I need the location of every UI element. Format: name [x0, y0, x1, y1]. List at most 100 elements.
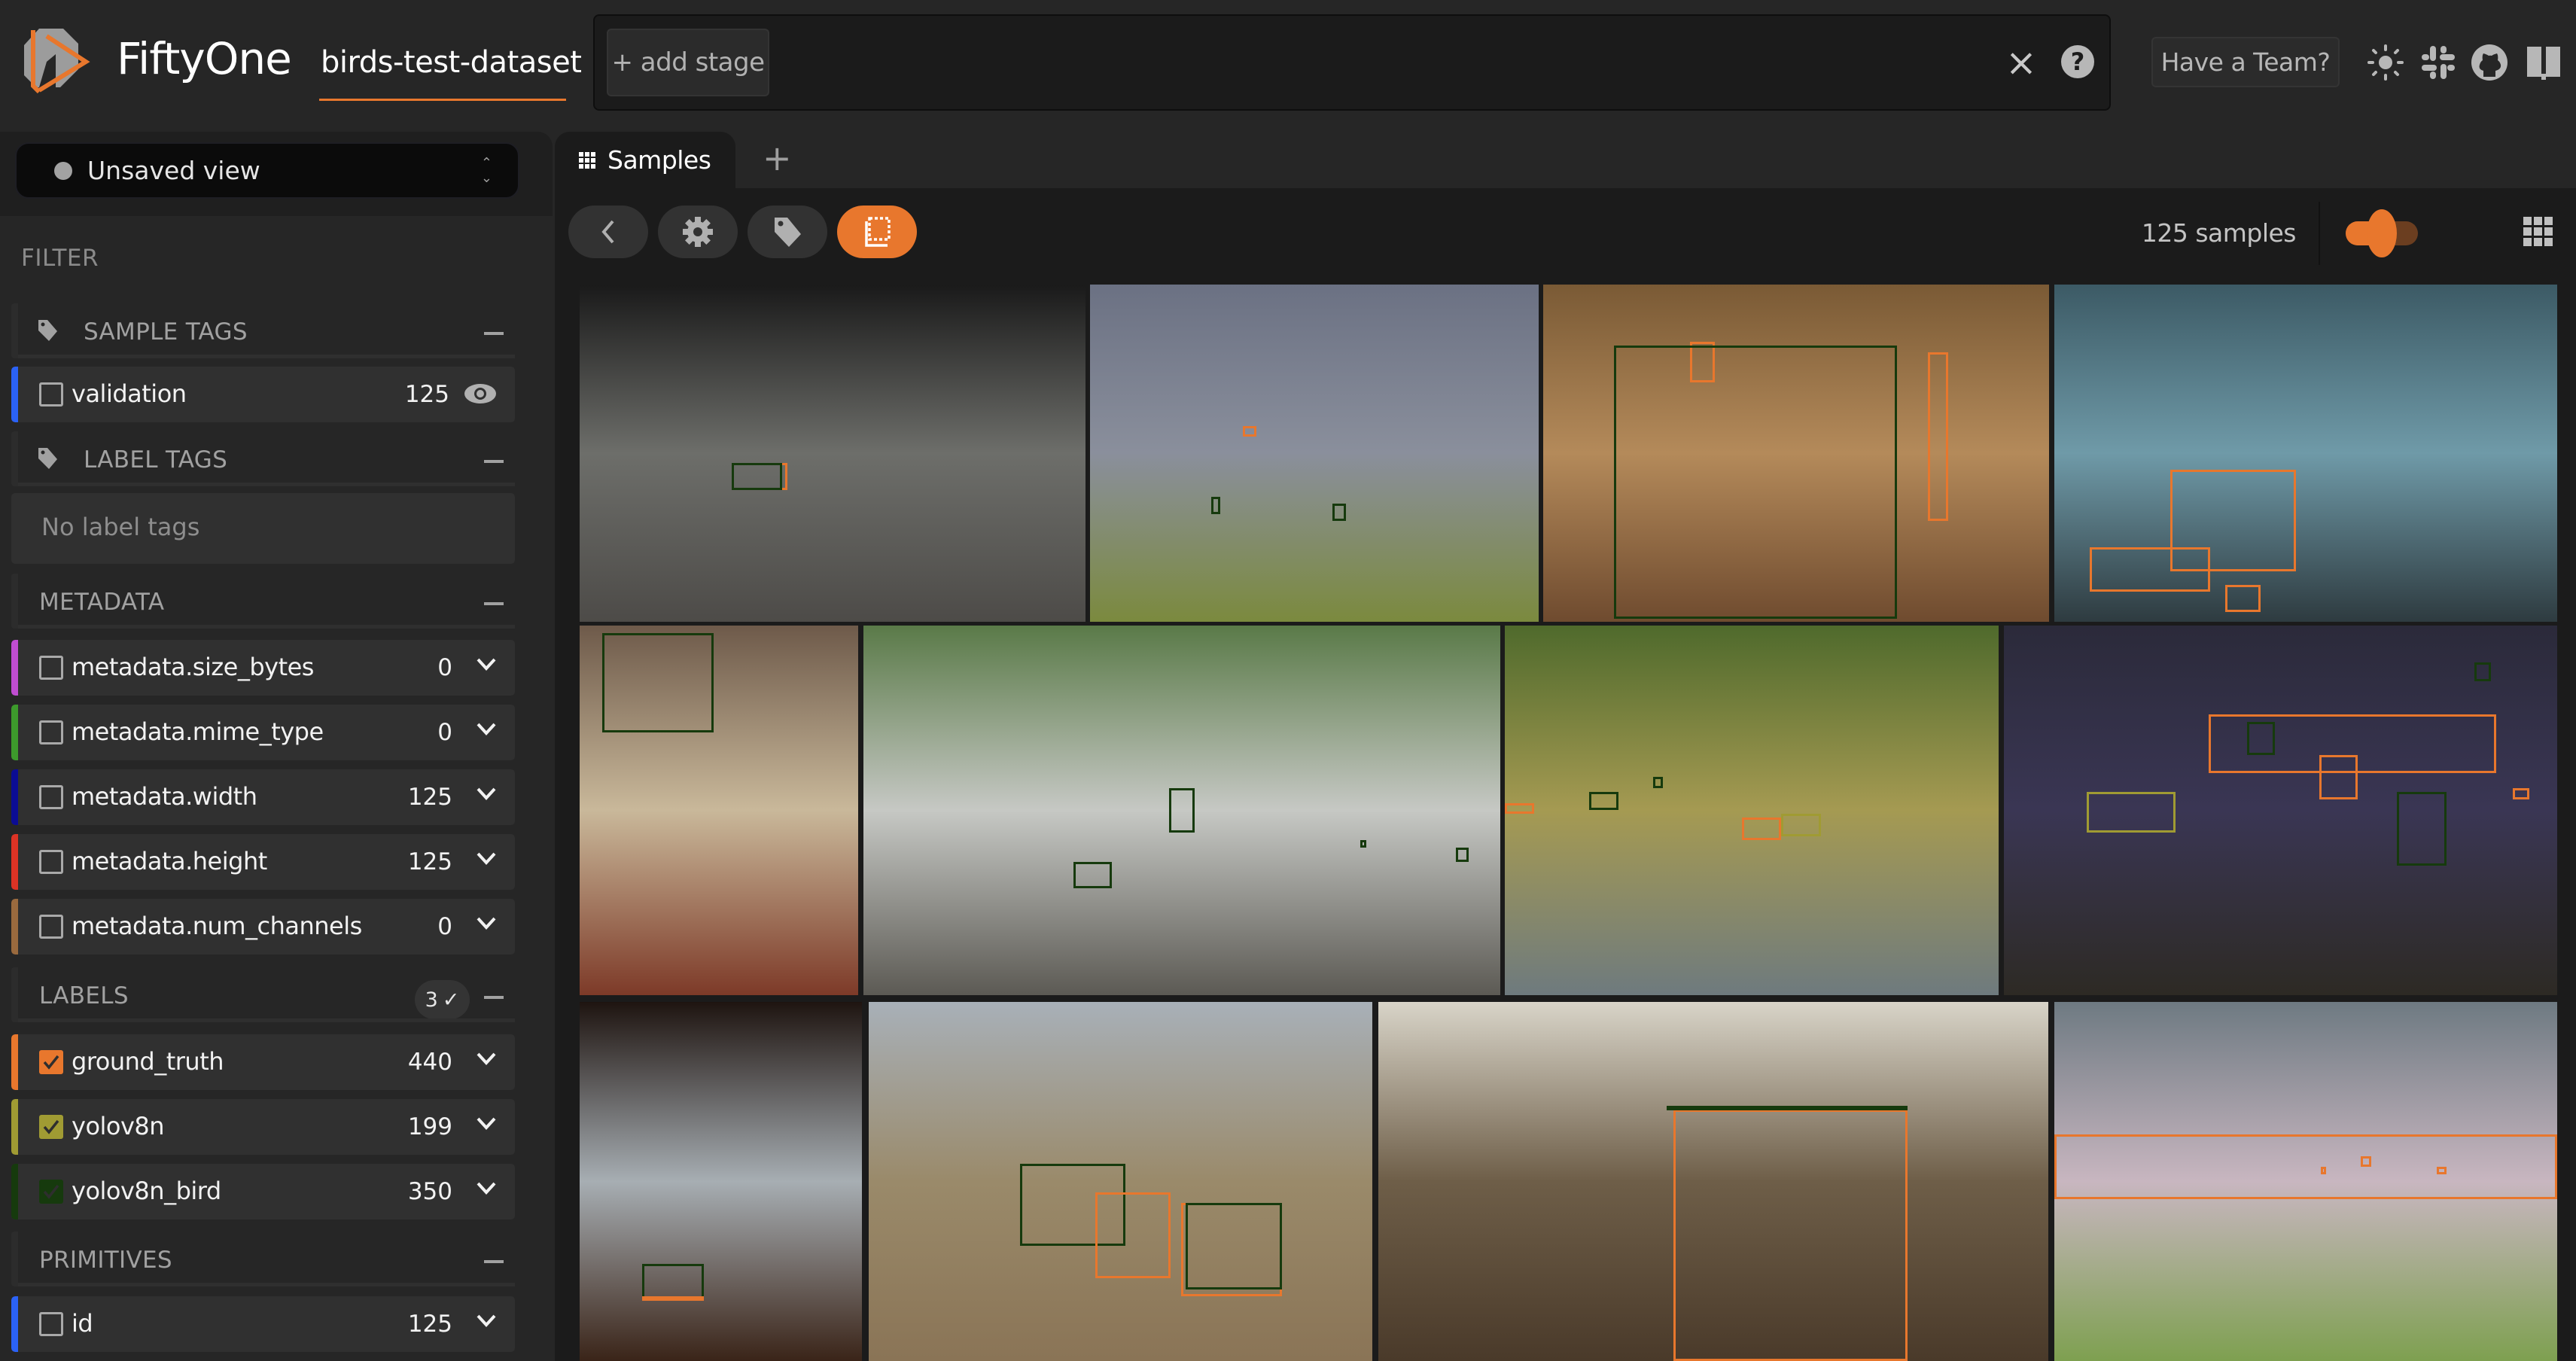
section-sample-tags[interactable]: SAMPLE TAGS	[11, 303, 515, 358]
detection-box	[2247, 721, 2276, 755]
field-row[interactable]: id 125	[11, 1296, 515, 1352]
dataset-selector[interactable]: birds-test-dataset	[321, 45, 582, 80]
grid-zoom-slider[interactable]	[2346, 209, 2418, 257]
view-bar[interactable]	[593, 14, 2111, 111]
back-button[interactable]	[568, 206, 648, 258]
detection-box	[1169, 788, 1195, 833]
chevron-down-icon[interactable]	[476, 851, 497, 867]
section-metadata[interactable]: METADATA	[11, 574, 515, 629]
sample-tile[interactable]	[2004, 626, 2557, 995]
patches-button[interactable]	[837, 206, 917, 258]
chevron-down-icon[interactable]	[476, 656, 497, 673]
field-row[interactable]: metadata.size_bytes 0	[11, 640, 515, 696]
detection-box	[1360, 839, 1367, 848]
empty-text: No label tags	[41, 513, 200, 541]
sample-tile[interactable]	[869, 1002, 1372, 1361]
saved-view-select[interactable]: Unsaved view ⌃ ⌄	[15, 142, 519, 199]
slack-icon[interactable]	[2419, 44, 2457, 81]
field-checkbox[interactable]	[39, 720, 63, 744]
filter-heading: FILTER	[21, 245, 99, 272]
sample-tile[interactable]	[1378, 1002, 2048, 1361]
fiftyone-logo-icon[interactable]	[17, 23, 92, 98]
help-icon[interactable]: ?	[2061, 45, 2094, 78]
field-row[interactable]: yolov8n_bird 350	[11, 1164, 515, 1219]
field-row[interactable]: metadata.mime_type 0	[11, 705, 515, 760]
docs-book-icon[interactable]	[2525, 44, 2562, 81]
add-stage-button[interactable]: + add stage	[607, 29, 769, 96]
settings-button[interactable]	[658, 206, 738, 258]
sample-tile[interactable]	[580, 1002, 862, 1361]
tag-icon	[38, 448, 57, 469]
field-checkbox[interactable]	[39, 850, 63, 874]
detection-box	[1652, 777, 1663, 789]
field-row-validation[interactable]: validation 125	[11, 367, 515, 422]
field-checkbox[interactable]	[39, 656, 63, 680]
field-row[interactable]: yolov8n 199	[11, 1099, 515, 1155]
sample-tile[interactable]	[2054, 285, 2557, 622]
sample-tile[interactable]	[1543, 285, 2049, 622]
tag-button[interactable]	[748, 206, 827, 258]
field-checkbox[interactable]	[39, 1180, 63, 1204]
section-label-tags[interactable]: LABEL TAGS	[11, 431, 515, 486]
tab-label: Samples	[607, 145, 711, 175]
chevron-down-icon[interactable]	[476, 915, 497, 932]
field-checkbox[interactable]	[39, 382, 63, 406]
selected-labels-badge[interactable]: 3 ✓	[415, 980, 470, 1019]
field-checkbox[interactable]	[39, 1050, 63, 1074]
section-labels[interactable]: LABELS 3 ✓	[11, 967, 515, 1022]
grid-settings-icon[interactable]	[2523, 217, 2553, 247]
field-checkbox[interactable]	[39, 1312, 63, 1336]
sample-tile[interactable]	[2054, 1002, 2557, 1361]
sample-tile[interactable]	[1090, 285, 1539, 622]
chevron-left-icon	[601, 220, 614, 244]
toolbar-divider	[2319, 202, 2320, 265]
field-row[interactable]: metadata.num_channels 0	[11, 899, 515, 955]
slider-thumb[interactable]	[2367, 209, 2397, 257]
checkmark-icon	[43, 1119, 59, 1134]
detection-box	[1073, 862, 1112, 888]
have-a-team-button[interactable]: Have a Team?	[2151, 37, 2340, 87]
collapse-icon[interactable]	[484, 332, 504, 335]
sample-tile[interactable]	[580, 626, 858, 995]
github-icon[interactable]	[2471, 44, 2508, 81]
chevron-down-icon[interactable]	[476, 1051, 497, 1067]
section-title: PRIMITIVES	[39, 1247, 172, 1274]
field-color-stripe	[11, 1034, 18, 1090]
field-name: yolov8n_bird	[72, 1177, 221, 1205]
sample-tile[interactable]	[863, 626, 1500, 995]
field-checkbox[interactable]	[39, 915, 63, 939]
select-arrows-icon: ⌃ ⌄	[480, 155, 492, 186]
collapse-icon[interactable]	[484, 602, 504, 605]
clear-x-icon[interactable]: ×	[2005, 44, 2037, 81]
collapse-icon[interactable]	[484, 996, 504, 999]
detection-box	[2319, 754, 2358, 799]
detection-box	[2225, 584, 2261, 612]
section-title: METADATA	[39, 589, 165, 616]
field-checkbox[interactable]	[39, 785, 63, 809]
chevron-down-icon[interactable]	[476, 721, 497, 738]
field-count: 0	[437, 654, 452, 681]
tab-samples[interactable]: Samples	[555, 132, 735, 188]
samples-panel: 125 samples	[555, 188, 2576, 1361]
field-row[interactable]: metadata.height 125	[11, 834, 515, 890]
field-checkbox[interactable]	[39, 1115, 63, 1139]
detection-box	[2474, 662, 2491, 681]
field-row[interactable]: ground_truth 440	[11, 1034, 515, 1090]
theme-sun-icon[interactable]	[2367, 44, 2404, 81]
chevron-down-icon[interactable]	[476, 1116, 497, 1132]
field-row[interactable]: metadata.width 125	[11, 769, 515, 825]
sample-tile[interactable]	[1505, 626, 1999, 995]
field-count: 0	[437, 913, 452, 940]
field-name: metadata.size_bytes	[72, 653, 314, 681]
field-name: metadata.mime_type	[72, 717, 324, 746]
add-panel-button[interactable]: +	[763, 138, 792, 178]
chevron-down-icon[interactable]	[476, 1180, 497, 1197]
collapse-icon[interactable]	[484, 460, 504, 463]
section-primitives[interactable]: PRIMITIVES	[11, 1232, 515, 1286]
chevron-down-icon[interactable]	[476, 1313, 497, 1329]
collapse-icon[interactable]	[484, 1260, 504, 1263]
section-title: LABELS	[39, 982, 129, 1009]
sample-tile[interactable]	[580, 285, 1086, 622]
eye-icon[interactable]	[464, 383, 497, 404]
chevron-down-icon[interactable]	[476, 786, 497, 802]
